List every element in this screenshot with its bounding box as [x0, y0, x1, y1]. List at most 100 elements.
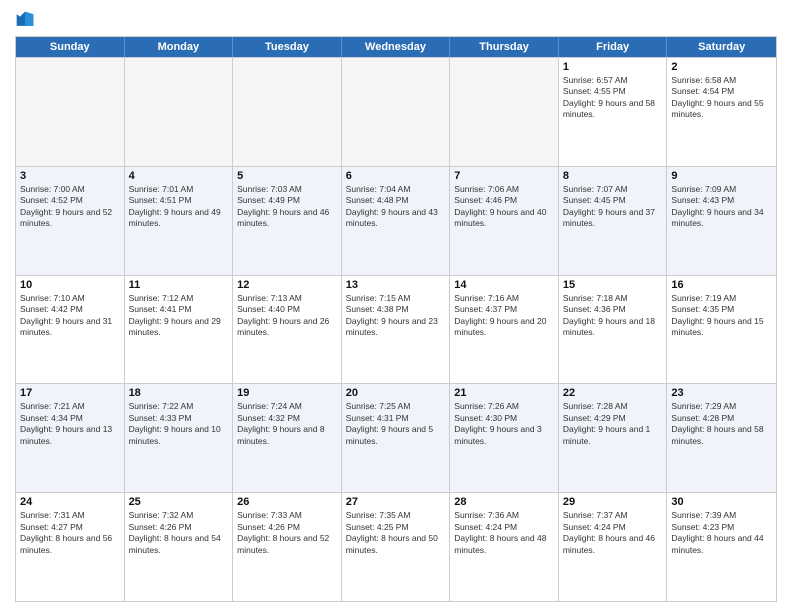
day-number: 1	[563, 61, 663, 73]
day-cell-23: 23 Sunrise: 7:29 AM Sunset: 4:28 PM Dayli…	[667, 384, 776, 492]
day-cell-29: 29 Sunrise: 7:37 AM Sunset: 4:24 PM Dayli…	[559, 493, 668, 601]
day-info: Sunrise: 7:37 AM Sunset: 4:24 PM Dayligh…	[563, 510, 663, 556]
day-cell-15: 15 Sunrise: 7:18 AM Sunset: 4:36 PM Dayli…	[559, 276, 668, 384]
day-info: Sunrise: 7:15 AM Sunset: 4:38 PM Dayligh…	[346, 293, 446, 339]
day-cell-27: 27Sunrise: 7:35 AM Sunset: 4:25 PM Dayli…	[342, 493, 451, 601]
day-number: 19	[237, 387, 337, 399]
day-cell-4: 4 Sunrise: 7:01 AM Sunset: 4:51 PM Daylig…	[125, 167, 234, 275]
day-number: 29	[563, 496, 663, 508]
day-info: Sunrise: 7:09 AM Sunset: 4:43 PM Dayligh…	[671, 184, 772, 230]
day-info: Sunrise: 7:24 AM Sunset: 4:32 PM Dayligh…	[237, 401, 337, 447]
day-cell-30: 30 Sunrise: 7:39 AM Sunset: 4:23 PM Dayli…	[667, 493, 776, 601]
calendar-row-3: 17 Sunrise: 7:21 AM Sunset: 4:34 PM Dayli…	[16, 383, 776, 492]
day-info: Sunrise: 7:21 AM Sunset: 4:34 PM Dayligh…	[20, 401, 120, 447]
day-number: 3	[20, 170, 120, 182]
day-info: Sunrise: 7:01 AM Sunset: 4:51 PM Dayligh…	[129, 184, 229, 230]
page-header	[15, 10, 777, 30]
calendar-row-4: 24Sunrise: 7:31 AM Sunset: 4:27 PM Dayli…	[16, 492, 776, 601]
day-info: Sunrise: 7:16 AM Sunset: 4:37 PM Dayligh…	[454, 293, 554, 339]
day-info: Sunrise: 6:57 AM Sunset: 4:55 PM Dayligh…	[563, 75, 663, 121]
day-info: Sunrise: 6:58 AM Sunset: 4:54 PM Dayligh…	[671, 75, 772, 121]
calendar-header: SundayMondayTuesdayWednesdayThursdayFrid…	[16, 37, 776, 57]
day-info: Sunrise: 7:28 AM Sunset: 4:29 PM Dayligh…	[563, 401, 663, 447]
day-number: 4	[129, 170, 229, 182]
header-cell-sunday: Sunday	[16, 37, 125, 57]
day-cell-5: 5 Sunrise: 7:03 AM Sunset: 4:49 PM Daylig…	[233, 167, 342, 275]
day-number: 14	[454, 279, 554, 291]
day-cell-1: 1 Sunrise: 6:57 AM Sunset: 4:55 PM Daylig…	[559, 58, 668, 166]
day-info: Sunrise: 7:18 AM Sunset: 4:36 PM Dayligh…	[563, 293, 663, 339]
day-info: Sunrise: 7:25 AM Sunset: 4:31 PM Dayligh…	[346, 401, 446, 447]
day-cell-25: 25 Sunrise: 7:32 AM Sunset: 4:26 PM Dayli…	[125, 493, 234, 601]
header-cell-tuesday: Tuesday	[233, 37, 342, 57]
day-info: Sunrise: 7:29 AM Sunset: 4:28 PM Dayligh…	[671, 401, 772, 447]
day-info: Sunrise: 7:22 AM Sunset: 4:33 PM Dayligh…	[129, 401, 229, 447]
day-number: 25	[129, 496, 229, 508]
day-info: Sunrise: 7:06 AM Sunset: 4:46 PM Dayligh…	[454, 184, 554, 230]
day-number: 15	[563, 279, 663, 291]
day-number: 12	[237, 279, 337, 291]
day-number: 7	[454, 170, 554, 182]
day-number: 17	[20, 387, 120, 399]
day-number: 20	[346, 387, 446, 399]
day-cell-17: 17 Sunrise: 7:21 AM Sunset: 4:34 PM Dayli…	[16, 384, 125, 492]
day-number: 13	[346, 279, 446, 291]
day-number: 16	[671, 279, 772, 291]
day-number: 11	[129, 279, 229, 291]
day-cell-3: 3 Sunrise: 7:00 AM Sunset: 4:52 PM Daylig…	[16, 167, 125, 275]
day-cell-6: 6 Sunrise: 7:04 AM Sunset: 4:48 PM Daylig…	[342, 167, 451, 275]
header-cell-wednesday: Wednesday	[342, 37, 451, 57]
day-number: 9	[671, 170, 772, 182]
day-info: Sunrise: 7:19 AM Sunset: 4:35 PM Dayligh…	[671, 293, 772, 339]
day-cell-28: 28 Sunrise: 7:36 AM Sunset: 4:24 PM Dayli…	[450, 493, 559, 601]
empty-cell	[16, 58, 125, 166]
day-info: Sunrise: 7:26 AM Sunset: 4:30 PM Dayligh…	[454, 401, 554, 447]
day-info: Sunrise: 7:10 AM Sunset: 4:42 PM Dayligh…	[20, 293, 120, 339]
header-cell-friday: Friday	[559, 37, 668, 57]
day-number: 26	[237, 496, 337, 508]
day-number: 27	[346, 496, 446, 508]
day-number: 28	[454, 496, 554, 508]
day-cell-21: 21 Sunrise: 7:26 AM Sunset: 4:30 PM Dayli…	[450, 384, 559, 492]
logo	[15, 10, 39, 30]
calendar: SundayMondayTuesdayWednesdayThursdayFrid…	[15, 36, 777, 602]
empty-cell	[342, 58, 451, 166]
calendar-row-1: 3 Sunrise: 7:00 AM Sunset: 4:52 PM Daylig…	[16, 166, 776, 275]
day-info: Sunrise: 7:32 AM Sunset: 4:26 PM Dayligh…	[129, 510, 229, 556]
day-cell-19: 19 Sunrise: 7:24 AM Sunset: 4:32 PM Dayli…	[233, 384, 342, 492]
day-cell-12: 12 Sunrise: 7:13 AM Sunset: 4:40 PM Dayli…	[233, 276, 342, 384]
day-cell-24: 24Sunrise: 7:31 AM Sunset: 4:27 PM Dayli…	[16, 493, 125, 601]
day-info: Sunrise: 7:13 AM Sunset: 4:40 PM Dayligh…	[237, 293, 337, 339]
day-cell-7: 7 Sunrise: 7:06 AM Sunset: 4:46 PM Daylig…	[450, 167, 559, 275]
day-cell-16: 16 Sunrise: 7:19 AM Sunset: 4:35 PM Dayli…	[667, 276, 776, 384]
day-cell-13: 13 Sunrise: 7:15 AM Sunset: 4:38 PM Dayli…	[342, 276, 451, 384]
day-number: 18	[129, 387, 229, 399]
day-info: Sunrise: 7:00 AM Sunset: 4:52 PM Dayligh…	[20, 184, 120, 230]
day-info: Sunrise: 7:39 AM Sunset: 4:23 PM Dayligh…	[671, 510, 772, 556]
day-info: Sunrise: 7:07 AM Sunset: 4:45 PM Dayligh…	[563, 184, 663, 230]
day-number: 6	[346, 170, 446, 182]
logo-icon	[15, 10, 35, 30]
day-info: Sunrise: 7:03 AM Sunset: 4:49 PM Dayligh…	[237, 184, 337, 230]
day-number: 21	[454, 387, 554, 399]
day-number: 30	[671, 496, 772, 508]
day-info: Sunrise: 7:36 AM Sunset: 4:24 PM Dayligh…	[454, 510, 554, 556]
day-info: Sunrise: 7:04 AM Sunset: 4:48 PM Dayligh…	[346, 184, 446, 230]
day-number: 5	[237, 170, 337, 182]
calendar-row-2: 10Sunrise: 7:10 AM Sunset: 4:42 PM Dayli…	[16, 275, 776, 384]
day-cell-8: 8Sunrise: 7:07 AM Sunset: 4:45 PM Daylig…	[559, 167, 668, 275]
day-number: 22	[563, 387, 663, 399]
day-cell-20: 20 Sunrise: 7:25 AM Sunset: 4:31 PM Dayli…	[342, 384, 451, 492]
day-cell-18: 18 Sunrise: 7:22 AM Sunset: 4:33 PM Dayli…	[125, 384, 234, 492]
empty-cell	[450, 58, 559, 166]
day-number: 24	[20, 496, 120, 508]
day-number: 23	[671, 387, 772, 399]
calendar-body: 1 Sunrise: 6:57 AM Sunset: 4:55 PM Daylig…	[16, 57, 776, 601]
day-info: Sunrise: 7:12 AM Sunset: 4:41 PM Dayligh…	[129, 293, 229, 339]
empty-cell	[125, 58, 234, 166]
day-cell-11: 11 Sunrise: 7:12 AM Sunset: 4:41 PM Dayli…	[125, 276, 234, 384]
calendar-row-0: 1 Sunrise: 6:57 AM Sunset: 4:55 PM Daylig…	[16, 57, 776, 166]
empty-cell	[233, 58, 342, 166]
header-cell-thursday: Thursday	[450, 37, 559, 57]
day-cell-9: 9 Sunrise: 7:09 AM Sunset: 4:43 PM Daylig…	[667, 167, 776, 275]
